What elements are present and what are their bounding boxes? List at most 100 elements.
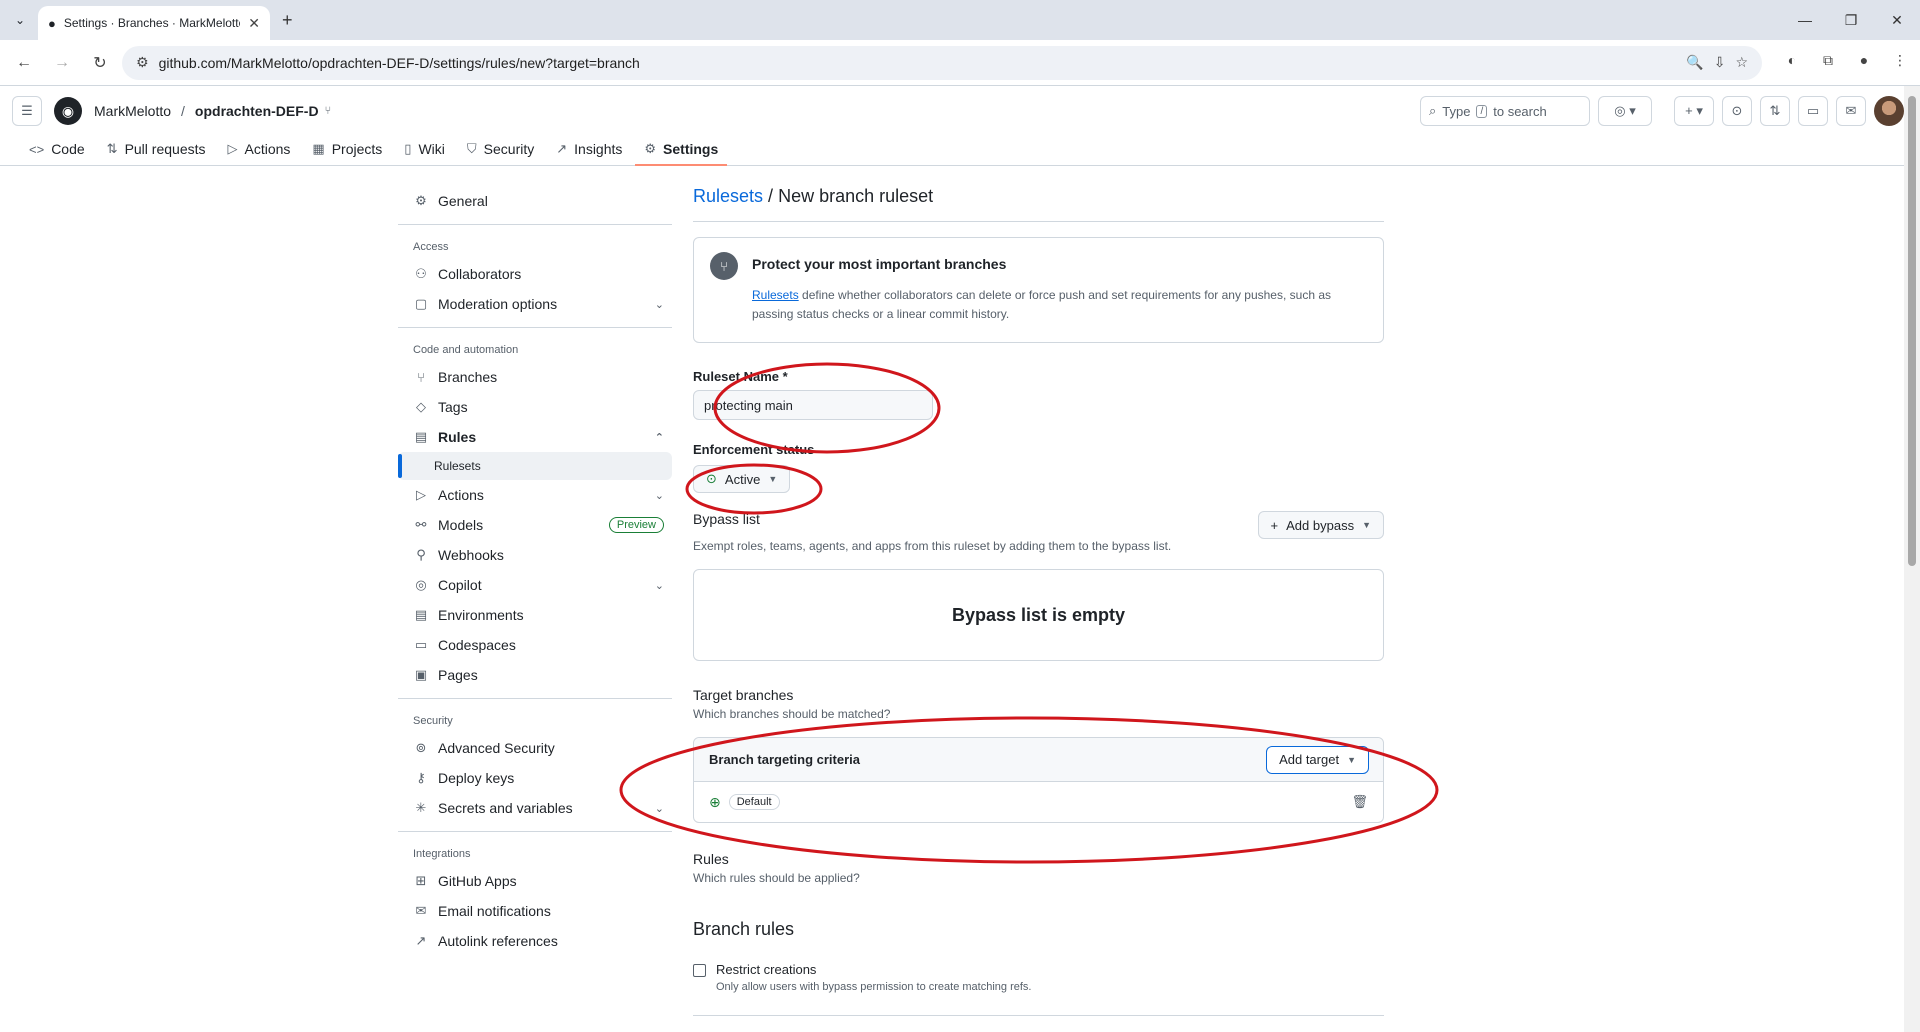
zoom-icon[interactable]: 🔍	[1686, 54, 1703, 71]
restrict-creations-checkbox[interactable]	[693, 964, 706, 977]
bookmark-star-icon[interactable]: ☆	[1735, 54, 1748, 71]
sidebar-item-general[interactable]: ⚙ General	[398, 186, 672, 216]
bypass-list-label: Bypass list	[693, 511, 760, 527]
browser-icon: ▣	[414, 667, 428, 682]
extension-icon[interactable]: ◐	[1780, 48, 1804, 72]
play-circle-icon: ⊙	[706, 471, 717, 486]
sidebar-item-models[interactable]: ⚯ Models Preview	[398, 510, 672, 540]
profile-icon[interactable]: ●	[1852, 48, 1876, 72]
apps-icon: ⊞	[415, 873, 427, 888]
tab-code[interactable]: <> Code	[20, 136, 94, 162]
comment-icon: ▢	[414, 296, 428, 311]
sidebar-heading-integrations: Integrations	[413, 848, 471, 860]
browser-tab[interactable]: ● Settings · Branches · MarkMelotto ✕	[38, 6, 270, 40]
site-info-icon[interactable]: ⚙	[136, 54, 149, 71]
target-branches-desc: Which branches should be matched?	[693, 707, 891, 721]
create-new-icon[interactable]: + ▾	[1674, 96, 1714, 126]
sidebar-item-collaborators[interactable]: ⚇ Collaborators	[398, 259, 672, 289]
add-bypass-label: Add bypass	[1286, 517, 1355, 533]
sidebar-item-label: Advanced Security	[438, 740, 555, 756]
copilot-icon: ◎	[415, 577, 427, 592]
issues-icon[interactable]: ⊙	[1722, 96, 1752, 126]
menu-dots-icon[interactable]: ⋮	[1888, 48, 1912, 72]
sidebar-item-label: Secrets and variables	[438, 800, 573, 816]
chevron-down-icon: ⌄	[654, 489, 664, 502]
sidebar-item-label: Pages	[438, 667, 478, 683]
search-input[interactable]: ⌕ Type / to search	[1420, 96, 1590, 126]
caret-down-icon: ▼	[1362, 520, 1371, 530]
tab-security[interactable]: ⛉ Security	[458, 136, 543, 162]
close-tab-icon[interactable]: ✕	[248, 15, 260, 32]
rulesets-doc-link[interactable]: Rulesets	[752, 288, 799, 302]
rulesets-link[interactable]: Rulesets	[693, 186, 763, 206]
sidebar-item-branches[interactable]: ⑂ Branches	[398, 362, 672, 392]
enforcement-label: Enforcement status	[693, 442, 815, 457]
sidebar-item-copilot[interactable]: ◎ Copilot ⌄	[398, 570, 672, 600]
sidebar-item-autolink[interactable]: ↗ Autolink references	[398, 926, 672, 956]
tag-icon: ◇	[416, 399, 426, 414]
tab-title: Settings · Branches · MarkMelotto	[63, 16, 241, 30]
add-bypass-button[interactable]: + Add bypass ▼	[1257, 511, 1384, 539]
minimize-icon[interactable]: —	[1782, 0, 1828, 40]
repositories-icon[interactable]: ▭	[1798, 96, 1828, 126]
github-logo-icon[interactable]: ◉	[54, 97, 82, 125]
puzzle-icon[interactable]: ⧉	[1816, 48, 1840, 72]
sidebar-item-advanced-security[interactable]: ⊚ Advanced Security	[398, 733, 672, 763]
tab-list-icon[interactable]: ⌄	[8, 8, 32, 32]
ruleset-name-input[interactable]: protecting main	[693, 390, 933, 420]
enforcement-status-button[interactable]: ⊙ Active ▼	[693, 465, 791, 493]
sidebar-item-label: Codespaces	[438, 637, 516, 653]
tab-actions[interactable]: ▷ Actions	[219, 136, 300, 162]
sidebar-item-label: Branches	[438, 369, 498, 385]
sidebar-item-deploy-keys[interactable]: ⚷ Deploy keys	[398, 763, 672, 793]
sidebar-item-rules[interactable]: ▤ Rules ⌃	[398, 422, 672, 452]
new-tab-icon[interactable]: +	[282, 10, 293, 31]
tab-projects[interactable]: ▦ Projects	[303, 136, 391, 162]
tab-pull-requests[interactable]: ⇅ Pull requests	[98, 136, 215, 162]
install-icon[interactable]: ⇩	[1714, 54, 1726, 71]
restrict-creations-desc: Only allow users with bypass permission …	[716, 981, 1032, 993]
codespaces-icon: ▭	[414, 637, 428, 652]
sidebar-item-webhooks[interactable]: ⚲ Webhooks	[398, 540, 672, 570]
title-text: New branch ruleset	[778, 186, 934, 206]
add-target-button[interactable]: Add target ▼	[1266, 745, 1369, 774]
sidebar-item-tags[interactable]: ◇ Tags	[398, 392, 672, 422]
restrict-creations-title: Restrict creations	[716, 962, 817, 977]
trash-icon[interactable]: 🗑	[1351, 794, 1368, 810]
owner-link[interactable]: MarkMelotto	[94, 103, 171, 119]
forward-icon[interactable]: →	[46, 47, 78, 79]
search-placeholder: Type	[1442, 103, 1471, 119]
page-scrollbar[interactable]	[1904, 86, 1920, 1032]
reload-icon[interactable]: ↻	[84, 47, 116, 79]
sidebar-item-email[interactable]: ✉ Email notifications	[398, 896, 672, 926]
address-bar[interactable]: ⚙ github.com/MarkMelotto/opdrachten-DEF-…	[122, 45, 1762, 80]
branch-icon: ⑂	[710, 252, 738, 280]
back-icon[interactable]: ←	[8, 47, 40, 79]
shield-icon: ⛉	[466, 141, 477, 156]
close-window-icon[interactable]: ✕	[1874, 0, 1920, 40]
sidebar-item-actions[interactable]: ▷ Actions ⌄	[398, 480, 672, 510]
add-target-label: Add target	[1279, 752, 1340, 767]
sidebar-item-rulesets[interactable]: Rulesets	[398, 452, 672, 480]
include-icon: ⊕	[709, 793, 721, 810]
tab-insights[interactable]: ↗ Insights	[547, 136, 631, 162]
sidebar-item-github-apps[interactable]: ⊞ GitHub Apps	[398, 866, 672, 896]
user-avatar[interactable]	[1874, 96, 1904, 126]
sidebar-item-environments[interactable]: ▤ Environments	[398, 600, 672, 630]
pull-requests-icon[interactable]: ⇅	[1760, 96, 1790, 126]
bypass-list-desc: Exempt roles, teams, agents, and apps fr…	[693, 539, 1172, 553]
hamburger-menu-icon[interactable]: ☰	[12, 96, 42, 126]
copilot-icon[interactable]: ◎ ▾	[1598, 96, 1652, 126]
sidebar-item-codespaces[interactable]: ▭ Codespaces	[398, 630, 672, 660]
tab-settings[interactable]: ⚙ Settings	[635, 136, 728, 166]
inbox-icon[interactable]: ✉	[1836, 96, 1866, 126]
tab-wiki[interactable]: ▯ Wiki	[395, 136, 454, 162]
sidebar-item-moderation[interactable]: ▢ Moderation options ⌄	[398, 289, 672, 319]
scrollbar-thumb[interactable]	[1908, 96, 1916, 566]
sidebar-item-pages[interactable]: ▣ Pages	[398, 660, 672, 690]
info-text: Rulesets define whether collaborators ca…	[752, 286, 1367, 324]
play-icon: ▷	[416, 487, 426, 502]
restore-icon[interactable]: ❐	[1828, 0, 1874, 40]
sidebar-item-secrets[interactable]: ✳ Secrets and variables ⌄	[398, 793, 672, 823]
repo-link[interactable]: opdrachten-DEF-D	[195, 103, 319, 119]
